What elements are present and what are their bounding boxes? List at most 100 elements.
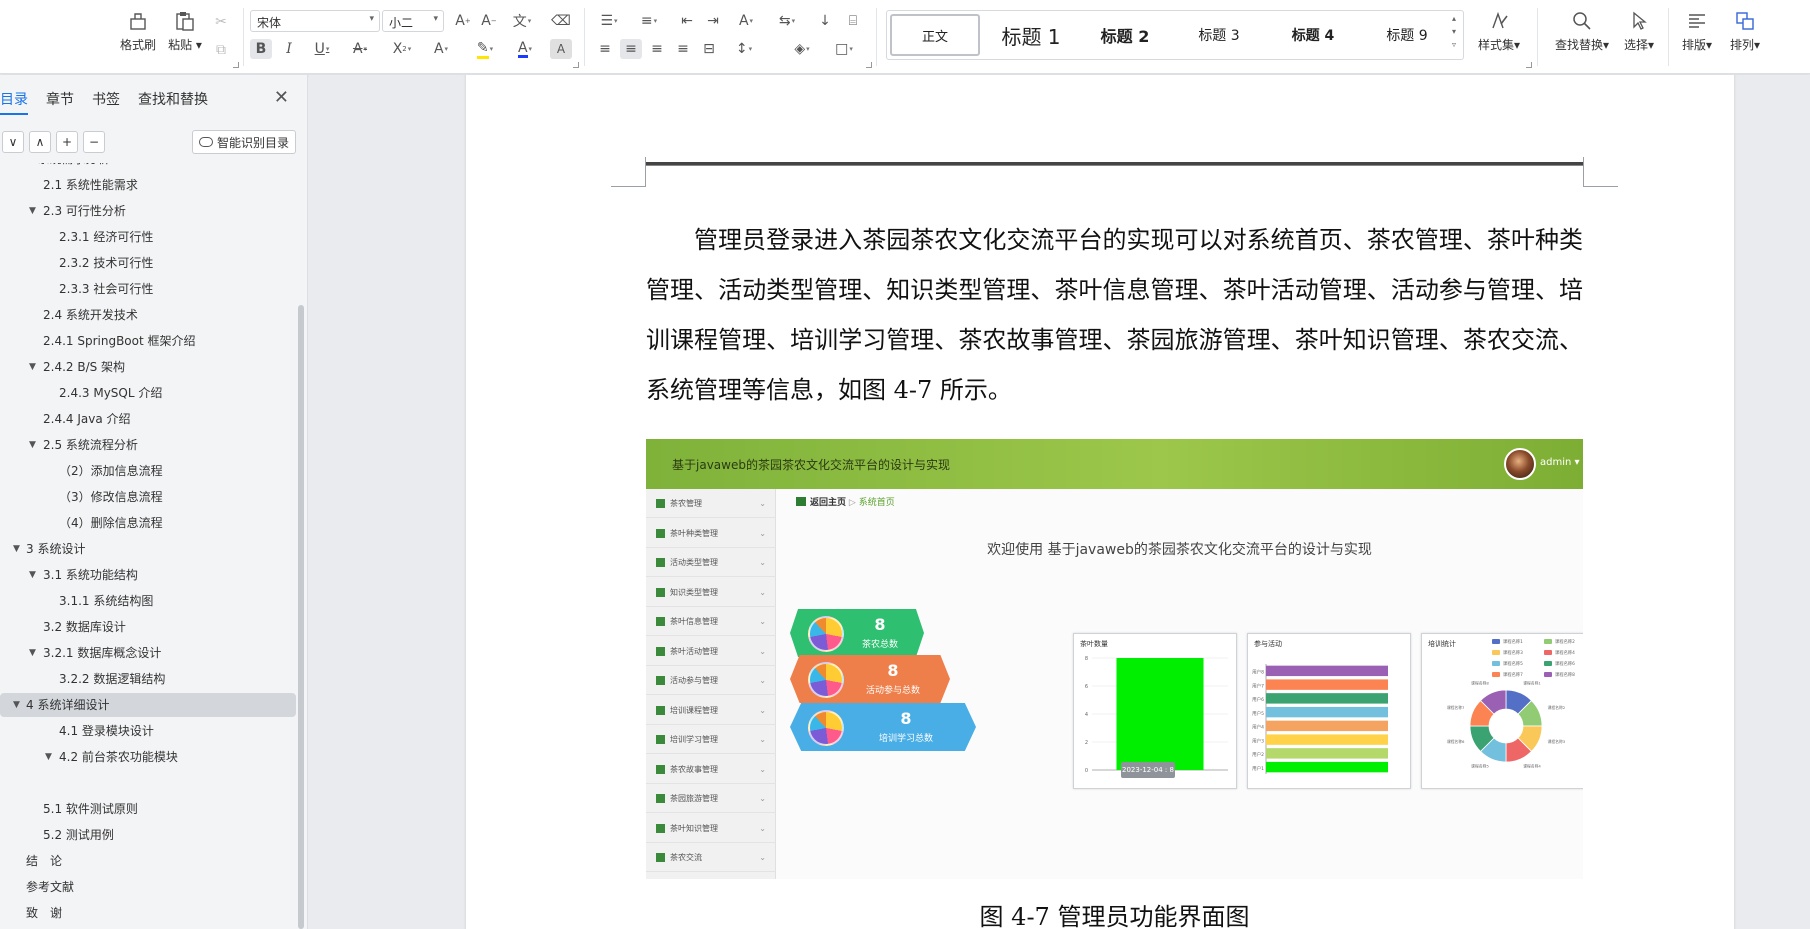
text-effect-icon[interactable]: A ▾ (424, 39, 458, 59)
font-launcher[interactable] (573, 62, 579, 68)
toc-item[interactable]: （2）添加信息流程 (0, 459, 296, 483)
toc-item[interactable]: ▼ 2.4.2 B/S 架构 (0, 355, 296, 379)
add-heading-button[interactable]: + (56, 131, 78, 153)
toc-item[interactable]: ▼ 3.2.1 数据库概念设计 (0, 641, 296, 665)
shading-icon[interactable]: ◈ ▾ (786, 39, 818, 59)
toc-item[interactable]: （3）修改信息流程 (0, 485, 296, 509)
remove-heading-button[interactable]: − (83, 131, 105, 153)
bullet-list-icon[interactable]: ☰ ▾ (594, 11, 624, 31)
copy-icon[interactable]: ⧉ (210, 40, 232, 60)
style-heading-4[interactable]: 标题 4 (1267, 14, 1359, 56)
highlight-icon[interactable]: ✎ ▾ (468, 39, 502, 59)
paragraph-launcher[interactable] (866, 62, 872, 68)
distributed-icon[interactable]: ⊟ (698, 39, 720, 59)
toc-item[interactable]: 2.1 系统性能需求 (0, 173, 296, 197)
expand-triangle-icon[interactable]: ▼ (45, 745, 52, 769)
style-heading-9[interactable]: 标题 9 (1361, 14, 1453, 56)
close-icon[interactable]: ✕ (274, 87, 289, 108)
toc-item[interactable]: 2.4.3 MySQL 介绍 (0, 381, 296, 405)
toc-item[interactable]: 2.4 系统开发技术 (0, 303, 296, 327)
border-icon[interactable]: □ ▾ (828, 39, 860, 59)
toc-item[interactable]: 3.2.2 数据逻辑结构 (0, 667, 296, 691)
line-spacing-icon[interactable]: ↕ ▾ (728, 39, 760, 59)
numbered-list-icon[interactable]: ≡ ▾ (634, 11, 664, 31)
collapse-all-button[interactable]: ∨ (2, 131, 24, 153)
toc-item[interactable]: ▼ 2.3 可行性分析 (0, 199, 296, 223)
format-painter-button[interactable]: 格式刷 (113, 8, 163, 60)
sort-icon[interactable]: ↓ (814, 11, 836, 31)
align-center-icon[interactable]: ≡ (620, 39, 642, 59)
expand-triangle-icon[interactable]: ▼ (29, 199, 36, 223)
tab-toc[interactable]: 目录 (0, 89, 28, 115)
styles-launcher[interactable] (1526, 62, 1532, 68)
select-button[interactable]: 选择▾ (1614, 8, 1664, 60)
move-up-button[interactable]: ∧ (29, 131, 51, 153)
font-size-select[interactable]: 小二 ▾ (382, 10, 444, 32)
decrease-indent-icon[interactable]: ⇤ (676, 11, 698, 31)
toc-item[interactable]: ▼ 2.5 系统流程分析 (0, 433, 296, 457)
clear-format-icon[interactable]: ⌫ (550, 11, 572, 31)
arrange-button[interactable]: 排列▾ (1720, 8, 1770, 60)
toc-item[interactable]: 2.3.1 经济可行性 (0, 225, 296, 249)
find-replace-button[interactable]: 查找替换▾ (1552, 8, 1612, 60)
toc-item[interactable]: 2.3.3 社会可行性 (0, 277, 296, 301)
align-right-icon[interactable]: ≡ (646, 39, 668, 59)
toc-item[interactable]: ▼ 4 系统详细设计 (0, 693, 296, 717)
style-heading-3[interactable]: 标题 3 (1173, 14, 1265, 56)
paste-button[interactable]: 粘贴 ▾ (160, 8, 210, 60)
char-shading-icon[interactable]: A (550, 39, 572, 59)
toc-item[interactable] (0, 771, 296, 795)
styles-scroll[interactable]: ▴ ▾ ▿ (1452, 12, 1456, 51)
font-name-select[interactable]: 宋体 ▾ (250, 10, 380, 32)
toc-item[interactable]: 5.1 软件测试原则 (0, 797, 296, 821)
expand-triangle-icon[interactable]: ▼ (29, 563, 36, 587)
phonetic-guide-icon[interactable]: 文 ▾ (506, 11, 538, 31)
text-direction-icon[interactable]: A ▾ (730, 11, 762, 31)
smart-toc-button[interactable]: 智能识别目录 (192, 130, 296, 154)
toc-item[interactable]: ▼ 3.1 系统功能结构 (0, 563, 296, 587)
align-left-icon[interactable]: ≡ (594, 39, 616, 59)
toc-item[interactable]: ▼ 2 系统需求分析 (0, 163, 296, 171)
shrink-font-icon[interactable]: A − (478, 11, 500, 31)
toc-item[interactable]: 4.1 登录模块设计 (0, 719, 296, 743)
toc-item[interactable]: 2.4.1 SpringBoot 框架介绍 (0, 329, 296, 353)
toc-item[interactable]: （4）删除信息流程 (0, 511, 296, 535)
style-normal[interactable]: 正文 (890, 14, 980, 56)
tab-find-replace[interactable]: 查找和替换 (138, 89, 208, 109)
toc-item[interactable]: 5.2 测试用例 (0, 823, 296, 847)
style-set-button[interactable]: 样式集▾ (1474, 8, 1524, 60)
expand-triangle-icon[interactable]: ▼ (13, 693, 20, 717)
increase-indent-icon[interactable]: ⇥ (702, 11, 724, 31)
italic-icon[interactable]: I (278, 39, 300, 59)
figure-admin-ui[interactable]: 基于javaweb的茶园茶农文化交流平台的设计与实现 admin ▾ 茶农管理 ⌄… (646, 439, 1583, 879)
expand-triangle-icon[interactable]: ▼ (13, 537, 20, 561)
toc-item[interactable]: 3.2 数据库设计 (0, 615, 296, 639)
toc-item[interactable]: 参考文献 (0, 875, 296, 899)
layout-button[interactable]: 排版▾ (1672, 8, 1722, 60)
tab-bookmarks[interactable]: 书签 (92, 89, 120, 109)
toc-item[interactable]: 2.4.4 Java 介绍 (0, 407, 296, 431)
expand-triangle-icon[interactable]: ▼ (29, 433, 36, 457)
toc-item[interactable]: 致 谢 (0, 901, 296, 925)
toc-item[interactable]: ▼ 4.2 前台茶农功能模块 (0, 745, 296, 769)
toc-item[interactable]: 2.3.2 技术可行性 (0, 251, 296, 275)
style-heading-2[interactable]: 标题 2 (1079, 14, 1171, 56)
toc-item[interactable]: 3.1.1 系统结构图 (0, 589, 296, 613)
toc-item[interactable]: 结 论 (0, 849, 296, 873)
chinese-layout-icon[interactable]: ⇆ ▾ (772, 11, 802, 31)
justify-icon[interactable]: ≡ (672, 39, 694, 59)
cut-icon[interactable]: ✂ (210, 12, 232, 32)
superscript-icon[interactable]: X 2 ▾ (384, 39, 420, 59)
toc-scrollbar[interactable] (298, 305, 304, 929)
style-heading-1[interactable]: 标题 1 (985, 14, 1077, 56)
clipboard-launcher[interactable] (233, 62, 239, 68)
expand-triangle-icon[interactable]: ▼ (29, 641, 36, 665)
font-color-icon[interactable]: A ▾ (508, 39, 542, 59)
tab-sections[interactable]: 章节 (46, 89, 74, 109)
expand-triangle-icon[interactable]: ▼ (13, 163, 20, 171)
show-marks-icon[interactable]: ⌸ (842, 11, 864, 31)
expand-triangle-icon[interactable]: ▼ (29, 355, 36, 379)
strikethrough-icon[interactable]: A ▾ (344, 39, 376, 59)
bold-icon[interactable]: B (250, 39, 272, 59)
underline-icon[interactable]: U ▾ (306, 39, 338, 59)
